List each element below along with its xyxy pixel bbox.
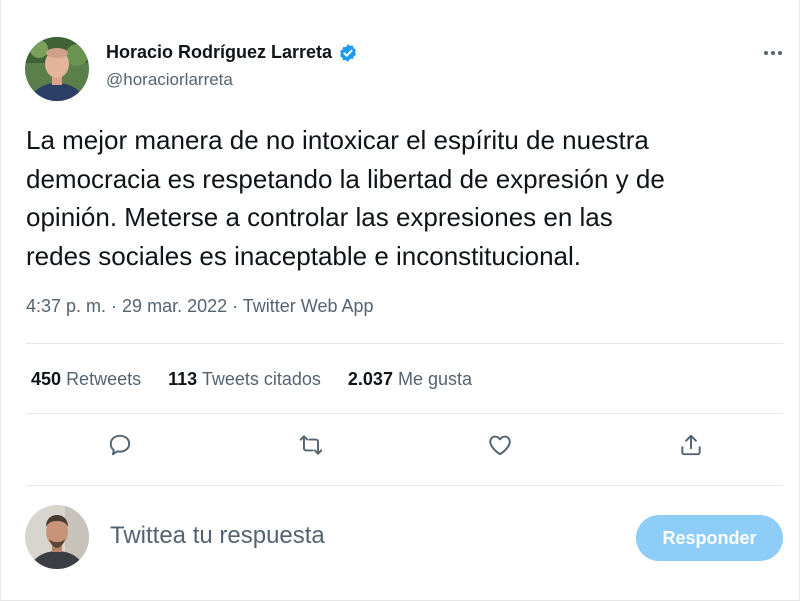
tweet-line: redes sociales es inaceptable e inconsti… [26,240,582,271]
author-name[interactable]: Horacio Rodríguez Larreta [106,42,332,63]
divider [26,413,783,414]
divider [26,485,783,486]
divider [26,343,783,344]
retweet-icon [299,435,323,455]
tweet-stats: 450 Retweets 113 Tweets citados 2.037 Me… [31,369,499,390]
meta-separator: · [106,296,123,316]
tweet-source[interactable]: Twitter Web App [243,296,374,316]
author-avatar[interactable] [25,37,89,101]
reply-bubble-icon [109,434,131,456]
retweets-label: Retweets [66,369,142,389]
retweet-button[interactable] [294,428,328,462]
tweet-text: La mejor manera de no intoxicar el espír… [26,121,796,275]
like-button[interactable] [483,428,517,462]
share-button[interactable] [674,428,708,462]
tweet-line: opinión. Meterse a controlar las expresi… [26,202,613,232]
quotes-stat[interactable]: 113 Tweets citados [168,369,321,390]
user-avatar[interactable] [25,505,89,569]
tweet-date[interactable]: 29 mar. 2022 [122,296,227,316]
tweet-time[interactable]: 4:37 p. m. [26,296,106,316]
more-dots-icon[interactable] [760,42,786,64]
reply-input[interactable]: Twittea tu respuesta [110,522,325,550]
tweet-line: La mejor manera de no intoxicar el espír… [26,125,649,155]
tweet-line: democracia es respetando la libertad de … [26,163,665,194]
reply-button[interactable] [103,428,137,462]
retweets-stat[interactable]: 450 Retweets [31,369,141,390]
likes-label: Me gusta [397,369,473,389]
retweets-count: 450 [31,369,62,389]
share-icon [681,434,701,456]
author-handle[interactable]: @horaciorlarreta [106,70,233,90]
heart-icon [489,435,511,456]
reply-submit-button[interactable]: Responder [636,515,783,561]
verified-badge-icon [340,43,356,62]
tweet-metadata: 4:37 p. m. · 29 mar. 2022 · Twitter Web … [26,296,374,317]
likes-stat[interactable]: 2.037 Me gusta [348,369,472,390]
quotes-label: Tweets citados [201,369,321,389]
author-name-row: Horacio Rodríguez Larreta [106,42,358,63]
likes-count: 2.037 [347,369,393,389]
meta-separator: · [227,296,243,316]
quotes-count: 113 [168,369,198,389]
